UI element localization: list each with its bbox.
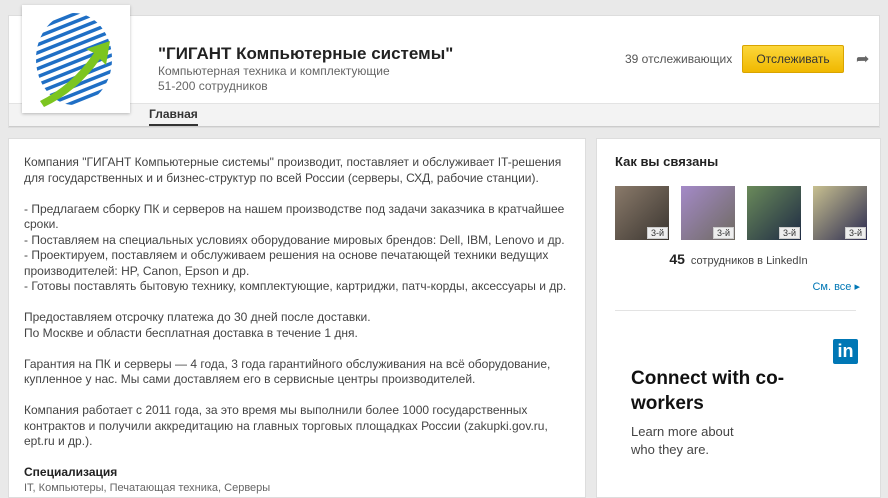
about-paragraph: - Предлагаем сборку ПК и серверов на наш… [24, 201, 567, 294]
tab-home[interactable]: Главная [149, 107, 198, 126]
about-paragraph: Компания "ГИГАНТ Компьютерные системы" п… [24, 155, 562, 185]
degree-badge: 3-й [712, 227, 734, 239]
connections-panel: Как вы связаны 3-й 3-й 3-й 3-й 45 сотрудн… [596, 138, 881, 498]
tab-bar: Главная [9, 103, 879, 127]
about-section: Компания "ГИГАНТ Компьютерные системы" п… [8, 138, 586, 498]
about-paragraph: Предоставляем отсрочку платежа до 30 дне… [24, 310, 371, 340]
connection-photo[interactable]: 3-й [747, 186, 801, 240]
company-industry: Компьютерная техника и комплектующие [158, 64, 390, 78]
connection-photo[interactable]: 3-й [615, 186, 669, 240]
connections-title: Как вы связаны [615, 154, 719, 169]
follow-button[interactable]: Отслеживать [742, 45, 844, 73]
share-icon[interactable]: ➦ [856, 49, 869, 69]
followers-count: 39 отслеживающих [625, 52, 733, 66]
degree-badge: 3-й [844, 227, 866, 239]
employees-count[interactable]: 45 сотрудников в LinkedIn [597, 251, 880, 267]
see-all-link[interactable]: См. все ▸ [812, 280, 860, 293]
ad-text[interactable]: Learn more about who they are. [631, 423, 761, 459]
specialties-title: Специализация [24, 465, 118, 479]
company-name: "ГИГАНТ Компьютерные системы" [158, 44, 454, 63]
company-size: 51-200 сотрудников [158, 79, 268, 93]
company-header: "ГИГАНТ Компьютерные системы" Компьютерн… [8, 15, 880, 128]
employees-label: сотрудников в LinkedIn [690, 255, 808, 267]
degree-badge: 3-й [778, 227, 800, 239]
connection-photo[interactable]: 3-й [681, 186, 735, 240]
company-logo [22, 5, 130, 113]
about-paragraph: Гарантия на ПК и серверы — 4 года, 3 год… [24, 356, 551, 387]
ad-headline[interactable]: Connect with co-workers [631, 366, 791, 416]
connection-photo[interactable]: 3-й [813, 186, 867, 240]
linkedin-logo-icon: in [833, 339, 858, 364]
specialties-list: IT, Компьютеры, Печатающая техника, Серв… [24, 481, 271, 494]
about-paragraph: Компания работает с 2011 года, за это вр… [24, 403, 548, 448]
employees-number: 45 [669, 251, 685, 267]
divider [615, 310, 856, 311]
degree-badge: 3-й [646, 227, 668, 239]
